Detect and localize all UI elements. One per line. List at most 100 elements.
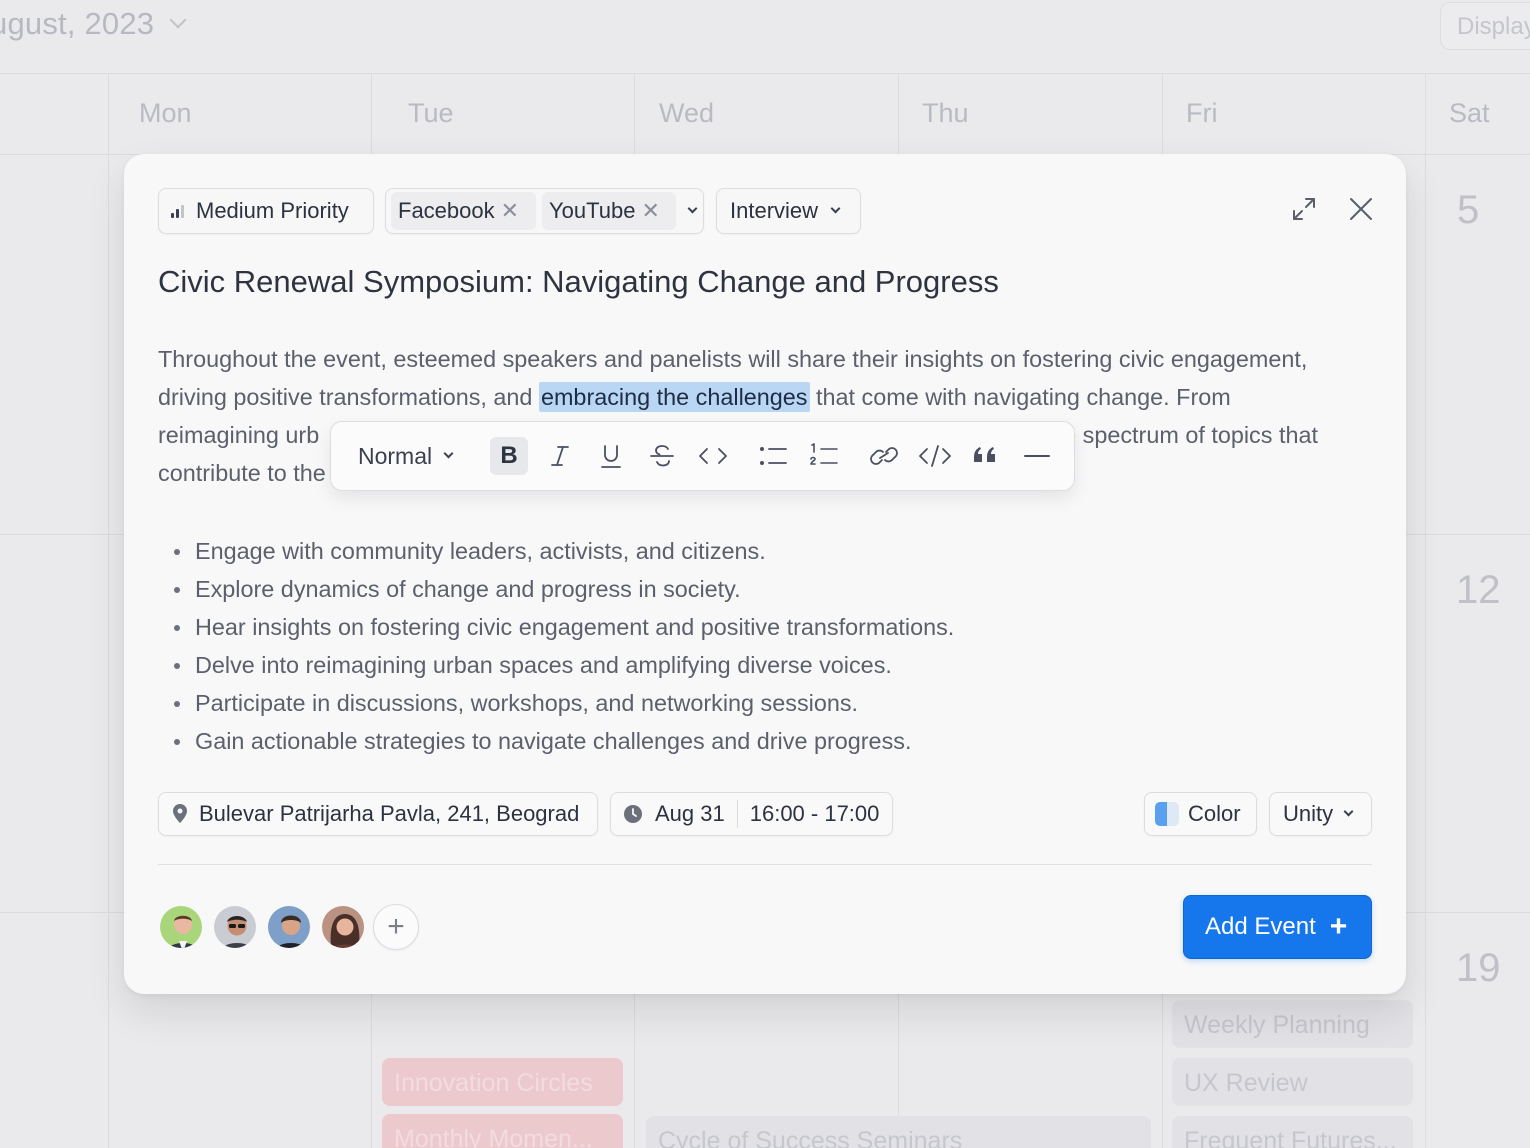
bold-button[interactable]: B — [490, 437, 528, 475]
tag-label: YouTube — [549, 198, 636, 223]
description-line: driving positive transformations, and em… — [158, 378, 1378, 416]
chevron-down-icon[interactable] — [687, 203, 698, 213]
chevron-down-icon — [830, 203, 841, 213]
selected-text: embracing the challenges — [538, 382, 810, 412]
event-type-selector[interactable]: Interview — [716, 188, 861, 234]
underline-icon — [601, 445, 621, 468]
bold-icon: B — [500, 442, 518, 469]
datetime-field[interactable]: Aug 31 16:00 - 17:00 — [610, 792, 893, 836]
link-button[interactable] — [865, 437, 903, 475]
quote-button[interactable] — [967, 437, 1005, 475]
tag-facebook: Facebook ✕ — [391, 192, 536, 230]
color-swatch-icon — [1155, 802, 1179, 826]
event-editor-modal: Medium Priority Facebook ✕ YouTube ✕ Int… — [124, 154, 1406, 994]
time-value[interactable]: 16:00 - 17:00 — [750, 801, 880, 827]
strikethrough-icon — [650, 445, 674, 467]
day-header-tue: Tue — [408, 98, 454, 128]
horizontal-rule-icon — [1024, 455, 1050, 457]
expand-button[interactable] — [1289, 194, 1319, 224]
list-item: Engage with community leaders, activists… — [172, 532, 954, 570]
description-text: reimagining urb — [158, 422, 320, 448]
day-header-wed: Wed — [659, 98, 715, 128]
plus-icon: + — [1329, 910, 1348, 943]
clock-icon — [624, 805, 642, 823]
add-event-label: Add Event — [1205, 913, 1316, 940]
calendar-event[interactable]: Monthly Momen... — [382, 1114, 623, 1148]
list-item: Hear insights on fostering civic engagem… — [172, 608, 954, 646]
calendar-event[interactable]: UX Review — [1172, 1058, 1413, 1106]
chevron-down-icon — [443, 448, 454, 458]
horizontal-rule-button[interactable] — [1018, 437, 1056, 475]
calendar-event[interactable]: Cycle of Success Seminars — [646, 1116, 1151, 1148]
close-icon[interactable]: ✕ — [641, 200, 659, 222]
location-pin-icon — [173, 804, 187, 823]
quote-icon — [974, 447, 995, 462]
signal-bars-icon — [171, 204, 184, 218]
avatar[interactable] — [212, 904, 258, 950]
location-value: Bulevar Patrijarha Pavla, 241, Beograd — [199, 801, 580, 826]
agenda-list[interactable]: Engage with community leaders, activists… — [172, 532, 954, 760]
location-field[interactable]: Bulevar Patrijarha Pavla, 241, Beograd — [158, 792, 598, 836]
description-text: that come with navigating change. From — [809, 384, 1231, 410]
calendar-event[interactable]: Weekly Planning — [1172, 1000, 1413, 1048]
add-attendee-button[interactable]: + — [373, 904, 419, 950]
italic-button[interactable] — [541, 437, 579, 475]
description-line: Throughout the event, esteemed speakers … — [158, 346, 1308, 372]
day-header-fri: Fri — [1186, 98, 1218, 128]
numbered-list-button[interactable] — [805, 437, 843, 475]
day-header-thu: Thu — [922, 98, 969, 128]
footer-divider — [158, 864, 1372, 865]
date-value[interactable]: Aug 31 — [655, 801, 725, 827]
display-button[interactable]: Display — [1440, 2, 1530, 50]
add-event-button[interactable]: Add Event + — [1183, 895, 1372, 959]
tag-youtube: YouTube ✕ — [542, 192, 676, 230]
code-block-button[interactable] — [916, 437, 954, 475]
day-number: 12 — [1456, 568, 1501, 612]
calendar-selector[interactable]: Unity — [1269, 792, 1372, 836]
avatar[interactable] — [266, 904, 312, 950]
color-label: Color — [1188, 801, 1241, 826]
close-icon[interactable]: ✕ — [501, 200, 519, 222]
day-number: 19 — [1456, 946, 1501, 990]
chevron-down-icon — [169, 11, 187, 29]
divider — [736, 800, 738, 828]
color-picker[interactable]: Color — [1144, 792, 1257, 836]
code-icon — [919, 445, 951, 467]
italic-icon — [551, 446, 569, 466]
calendar-event[interactable]: Innovation Circles — [382, 1058, 623, 1106]
event-type-label: Interview — [730, 198, 819, 223]
expand-icon — [1293, 198, 1315, 220]
list-item: Gain actionable strategies to navigate c… — [172, 722, 954, 760]
calendar-label: Unity — [1283, 801, 1334, 826]
list-item: Delve into reimagining urban spaces and … — [172, 646, 954, 684]
inline-code-button[interactable] — [694, 437, 732, 475]
text-style-dropdown[interactable]: Normal — [358, 443, 488, 470]
formatting-toolbar: Normal B — [330, 421, 1075, 491]
day-header-mon: Mon — [139, 98, 192, 128]
description-text: vide spectrum of topics that — [1033, 422, 1318, 448]
calendar-header: ugust, 2023 Display — [0, 0, 1530, 74]
plus-icon: + — [387, 910, 405, 943]
close-icon — [1350, 198, 1372, 220]
month-selector[interactable]: ugust, 2023 — [0, 6, 187, 42]
calendar-event[interactable]: Frequent Futures... — [1172, 1116, 1413, 1148]
day-header-sat: Sat — [1449, 98, 1490, 128]
chevrons-code-icon — [699, 448, 727, 464]
chevron-down-icon — [1343, 806, 1354, 816]
strikethrough-button[interactable] — [643, 437, 681, 475]
list-item: Participate in discussions, workshops, a… — [172, 684, 954, 722]
tags-selector[interactable]: Facebook ✕ YouTube ✕ — [385, 188, 704, 234]
priority-selector[interactable]: Medium Priority — [158, 188, 374, 234]
list-item: Explore dynamics of change and progress … — [172, 570, 954, 608]
day-number: 5 — [1457, 188, 1480, 232]
priority-label: Medium Priority — [196, 198, 349, 223]
bullet-list-icon — [760, 447, 787, 465]
close-button[interactable] — [1346, 194, 1376, 224]
bullet-list-button[interactable] — [754, 437, 792, 475]
avatar[interactable] — [158, 904, 204, 950]
underline-button[interactable] — [592, 437, 630, 475]
event-title[interactable]: Civic Renewal Symposium: Navigating Chan… — [158, 264, 999, 300]
avatar[interactable] — [320, 904, 366, 950]
month-label: ugust, 2023 — [0, 6, 155, 41]
column-divider — [1425, 74, 1426, 1148]
